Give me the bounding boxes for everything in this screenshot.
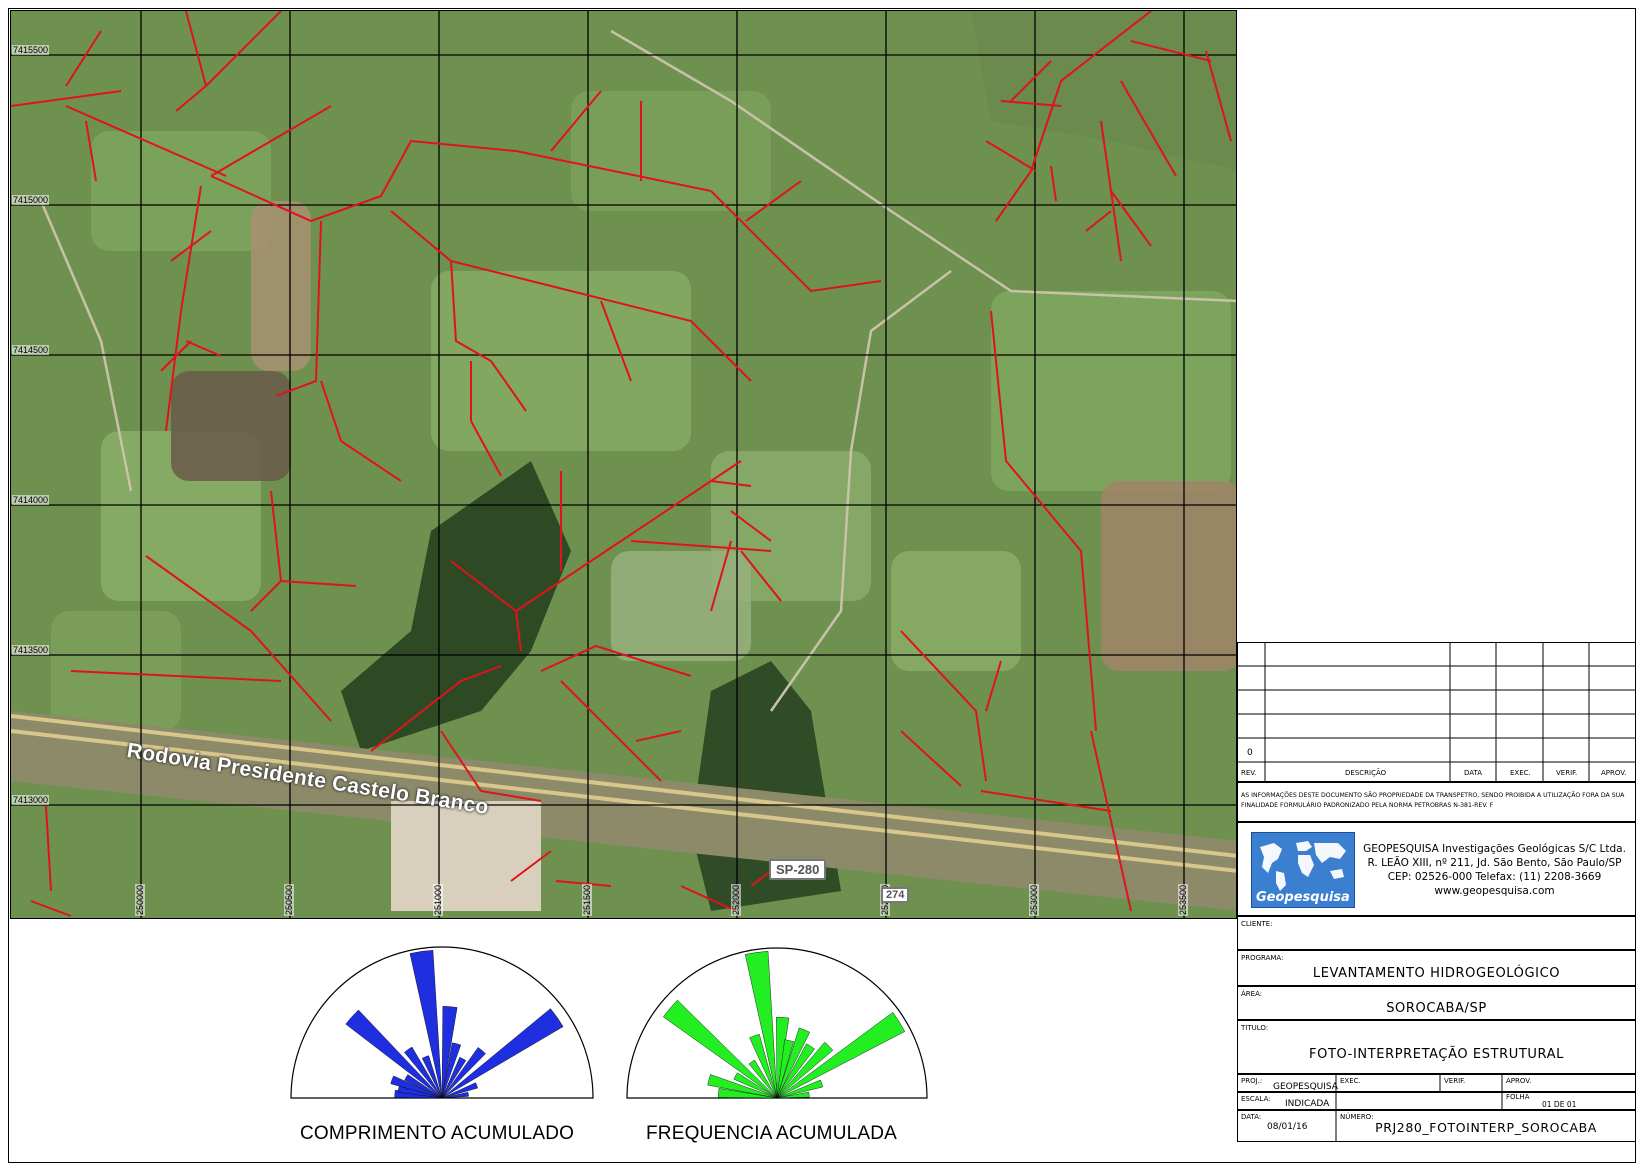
titulo-value: FOTO-INTERPRETAÇÃO ESTRUTURAL — [1309, 1047, 1564, 1062]
area-label: ÁREA: — [1241, 990, 1263, 998]
terrain-patch — [251, 201, 311, 371]
folha-label: FOLHA — [1506, 1093, 1530, 1101]
terrain-patch — [51, 611, 181, 731]
northing-label: 7415500 — [12, 45, 50, 55]
exec-label: EXEC. — [1340, 1077, 1361, 1085]
easting-label: 251000 — [433, 883, 443, 916]
road-shield-secondary: 274 — [881, 887, 910, 903]
proj-value: GEOPESQUISA — [1273, 1082, 1338, 1092]
company-contact: CEP: 02526-000 Telefax: (11) 2208-3669 — [1387, 871, 1602, 883]
rev-row-value: 0 — [1247, 748, 1253, 758]
terrain-patch — [171, 371, 291, 481]
cliente-label: CLIENTE: — [1241, 920, 1273, 928]
logo-text: Geopesquisa — [1256, 890, 1350, 905]
terrain-patch — [991, 291, 1231, 491]
map-canvas — [11, 11, 1236, 918]
programa-label: PROGRAMA: — [1241, 954, 1284, 962]
easting-label: 251500 — [582, 883, 592, 916]
easting-label: 250000 — [135, 883, 145, 916]
northing-label: 7413500 — [12, 645, 50, 655]
northing-label: 7414500 — [12, 345, 50, 355]
notice-text: AS INFORMAÇÕES DESTE DOCUMENTO SÃO PROPR… — [1241, 792, 1625, 809]
company-website[interactable]: www.geopesquisa.com — [1353, 884, 1636, 898]
satellite-map[interactable]: 7415500 7415000 7414500 7414000 7413500 … — [10, 10, 1237, 919]
rev-header: APROV. — [1601, 769, 1627, 777]
data-label: DATA: — [1241, 1113, 1262, 1121]
easting-label: 252000 — [731, 883, 741, 916]
folha-value: 01 DE 01 — [1542, 1100, 1577, 1109]
rose-diagram-frequency — [626, 947, 928, 1099]
title-block: 0 REV. DESCRIÇÃO DATA EXEC. VERIF. APROV… — [1237, 642, 1636, 1163]
quarry-area — [391, 801, 541, 911]
northing-label: 7413000 — [12, 795, 50, 805]
verif-label: VERIF. — [1444, 1077, 1466, 1085]
rev-header: DATA — [1464, 769, 1483, 777]
terrain-patch — [891, 551, 1021, 671]
easting-label: 253000 — [1029, 883, 1039, 916]
company-info: GEOPESQUISA Investigações Geológicas S/C… — [1353, 842, 1636, 898]
northing-label: 7414000 — [12, 495, 50, 505]
rose-diagrams-panel: COMPRIMENTO ACUMULADO FREQUENCIA ACUMULA… — [10, 920, 1237, 1160]
data-value: 08/01/16 — [1267, 1122, 1308, 1132]
rev-header: DESCRIÇÃO — [1345, 769, 1387, 777]
cliente-box — [1237, 916, 1636, 950]
proj-label: PROJ.: — [1241, 1077, 1263, 1085]
rose-diagram-length — [290, 946, 594, 1099]
escala-label: ESCALA: — [1241, 1095, 1271, 1103]
rose-title-length: COMPRIMENTO ACUMULADO — [300, 1123, 575, 1144]
titulo-label: TITULO: — [1241, 1024, 1269, 1032]
escala-value: INDICADA — [1285, 1099, 1330, 1109]
numero-value: PRJ280_FOTOINTERP_SOROCABA — [1375, 1120, 1597, 1135]
road-shield: SP-280 — [769, 859, 827, 880]
aprov-label: APROV. — [1506, 1077, 1532, 1085]
rev-header: VERIF. — [1556, 769, 1578, 777]
company-address: R. LEÃO XIII, nº 211, Jd. São Bento, São… — [1367, 857, 1622, 869]
rev-header: EXEC. — [1510, 769, 1531, 777]
company-name: GEOPESQUISA Investigações Geológicas S/C… — [1363, 843, 1626, 855]
area-value: SOROCABA/SP — [1386, 1001, 1487, 1016]
terrain-patch — [611, 551, 751, 661]
programa-value: LEVANTAMENTO HIDROGEOLÓGICO — [1312, 966, 1561, 981]
easting-label: 253500 — [1178, 883, 1188, 916]
rose-title-frequency: FREQUENCIA ACUMULADA — [646, 1123, 898, 1144]
terrain-patch — [1101, 481, 1236, 671]
northing-label: 7415000 — [12, 195, 50, 205]
revision-grid-lines — [1237, 642, 1636, 782]
geopesquisa-logo: Geopesquisa — [1251, 832, 1355, 908]
rev-header: REV. — [1241, 769, 1257, 777]
easting-label: 250500 — [284, 883, 294, 916]
